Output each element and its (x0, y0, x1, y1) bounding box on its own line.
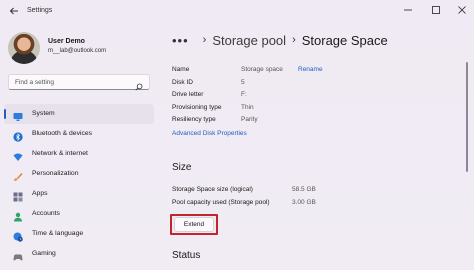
sidebar-item-label: Network & internet (32, 150, 88, 157)
profile-name: User Demo (48, 38, 85, 45)
size-label: Storage Space size (logical) (172, 186, 253, 193)
property-value: Thin (241, 103, 254, 111)
settings-window: Settings User Demo m__lab@outlook.com Fi… (0, 0, 474, 270)
sidebar-item-label: Apps (32, 190, 48, 197)
sidebar-item-time-language[interactable]: Time & language (4, 224, 154, 244)
search-icon[interactable] (135, 78, 143, 91)
profile-email: m__lab@outlook.com (48, 48, 107, 54)
property-label: Name (172, 66, 190, 73)
sidebar-item-system[interactable]: System (4, 104, 154, 124)
breadcrumb-more-button[interactable]: ••• (172, 33, 189, 48)
sidebar-item-network[interactable]: Network & internet (4, 144, 154, 164)
title-bar: Settings (0, 0, 474, 22)
sidebar-item-apps[interactable]: Apps (4, 184, 154, 204)
size-label: Pool capacity used (Storage pool) (172, 199, 270, 206)
size-value: 58.5 GB (292, 186, 316, 193)
breadcrumb-storage-pool[interactable]: Storage pool (212, 33, 286, 48)
property-value: 5 (241, 78, 245, 86)
sidebar-item-accounts[interactable]: Accounts (4, 204, 154, 224)
person-icon (13, 209, 23, 222)
search-input[interactable]: Find a setting (8, 74, 150, 91)
sidebar-item-bluetooth[interactable]: Bluetooth & devices (4, 124, 154, 144)
window-title: Settings (27, 7, 53, 14)
size-value: 3.00 GB (292, 199, 316, 206)
sidebar-item-label: Time & language (32, 230, 84, 237)
advanced-disk-properties-link[interactable]: Advanced Disk Properties (172, 130, 247, 137)
globe-clock-icon (13, 229, 23, 242)
breadcrumb: ••• › Storage pool › Storage Space (172, 30, 388, 50)
property-label: Drive letter (172, 91, 204, 98)
properties-list: Name Storage space Rename Disk ID 5 Driv… (172, 64, 452, 127)
size-row-logical: Storage Space size (logical) 58.5 GB (172, 184, 372, 197)
sidebar-item-label: Personalization (32, 170, 79, 177)
size-row-pool-capacity: Pool capacity used (Storage pool) 3.00 G… (172, 197, 372, 210)
sidebar-item-personalization[interactable]: Personalization (4, 164, 154, 184)
close-icon[interactable] (455, 4, 469, 16)
rename-link[interactable]: Rename (298, 66, 323, 73)
section-title-size: Size (172, 162, 192, 173)
search-placeholder: Find a setting (15, 79, 55, 86)
property-row-disk-id: Disk ID 5 (172, 77, 452, 90)
property-row-name: Name Storage space Rename (172, 64, 452, 77)
chevron-right-icon: › (202, 34, 207, 46)
property-row-resiliency: Resiliency type Parity (172, 114, 452, 127)
sidebar-item-label: System (32, 110, 55, 117)
scrollbar[interactable] (466, 62, 468, 172)
brush-icon (13, 169, 23, 181)
property-row-provisioning: Provisioning type Thin (172, 102, 452, 115)
property-label: Resiliency type (172, 116, 216, 123)
property-label: Disk ID (172, 78, 193, 86)
property-value: F: (241, 91, 247, 98)
bluetooth-icon (13, 129, 23, 142)
apps-icon (13, 189, 23, 202)
maximize-icon[interactable] (429, 4, 443, 16)
minimize-icon[interactable] (401, 4, 415, 16)
back-arrow-icon[interactable] (8, 5, 20, 17)
size-list: Storage Space size (logical) 58.5 GB Poo… (172, 184, 372, 210)
monitor-icon (13, 109, 23, 121)
property-value: Parity (241, 116, 258, 123)
sidebar-item-label: Accounts (32, 210, 60, 217)
section-title-status: Status (172, 250, 201, 261)
chevron-right-icon: › (292, 34, 296, 46)
avatar[interactable] (8, 32, 40, 64)
property-row-drive-letter: Drive letter F: (172, 89, 452, 102)
sidebar-item-gaming[interactable]: Gaming (4, 244, 154, 264)
extend-button[interactable]: Extend (174, 217, 214, 232)
wifi-icon (13, 149, 23, 161)
property-value: Storage space (241, 66, 283, 73)
gamepad-icon (13, 249, 23, 261)
property-label: Provisioning type (172, 103, 222, 111)
sidebar-item-label: Gaming (32, 250, 56, 257)
sidebar-nav: System Bluetooth & devices Network & int… (4, 104, 154, 264)
sidebar-item-label: Bluetooth & devices (32, 130, 93, 137)
page-title: Storage Space (301, 32, 388, 48)
